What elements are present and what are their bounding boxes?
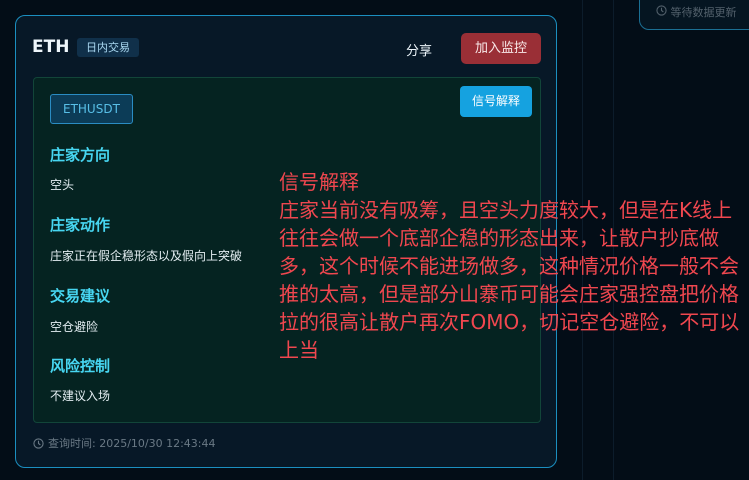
clock-icon: [33, 437, 44, 449]
section-value-advice: 空仓避险: [50, 320, 99, 334]
signal-explanation-tooltip: 信号解释 庄家当前没有吸筹，且空头力度较大，但是在K线上往往会做一个底部企稳的形…: [279, 168, 741, 364]
tooltip-title: 信号解释: [279, 170, 359, 194]
query-time-text: 查询时间: 2025/10/30 12:43:44: [48, 437, 216, 450]
section-title-advice: 交易建议: [50, 287, 111, 305]
update-status: 等待数据更新: [656, 4, 737, 20]
clock-icon: [656, 5, 667, 16]
trade-type-badge: 日内交易: [77, 38, 139, 57]
section-value-direction: 空头: [50, 178, 75, 192]
section-value-risk: 不建议入场: [50, 389, 111, 403]
coin-symbol: ETH: [32, 37, 70, 57]
section-title-risk: 风险控制: [50, 357, 111, 375]
update-status-text: 等待数据更新: [670, 6, 737, 19]
add-monitor-button[interactable]: 加入监控: [461, 33, 541, 64]
tooltip-body: 庄家当前没有吸筹，且空头力度较大，但是在K线上往往会做一个底部企稳的形态出来，让…: [279, 198, 740, 362]
adjacent-card: 等待数据更新: [639, 0, 749, 30]
section-title-direction: 庄家方向: [50, 146, 111, 164]
share-button[interactable]: 分享: [406, 40, 432, 59]
section-value-action: 庄家正在假企稳形态以及假向上突破: [50, 249, 243, 263]
ticker-badge: ETHUSDT: [50, 94, 133, 124]
signal-explain-button[interactable]: 信号解释: [460, 86, 532, 117]
query-time: 查询时间: 2025/10/30 12:43:44: [33, 435, 216, 451]
section-title-action: 庄家动作: [50, 216, 111, 234]
